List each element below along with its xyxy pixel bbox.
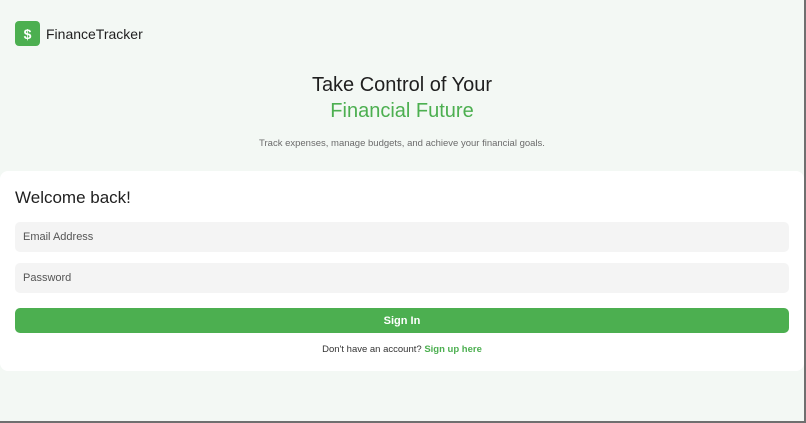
signup-prompt: Don't have an account? bbox=[322, 344, 422, 355]
app-header: $ FinanceTracker bbox=[15, 21, 143, 46]
email-field[interactable] bbox=[15, 222, 789, 252]
hero-subtitle: Track expenses, manage budgets, and achi… bbox=[259, 138, 545, 149]
dollar-sign-icon: $ bbox=[15, 21, 40, 46]
password-field[interactable] bbox=[15, 263, 789, 293]
logo-symbol: $ bbox=[23, 25, 32, 42]
hero-section: Take Control of Your Financial Future Tr… bbox=[0, 72, 804, 149]
login-heading: Welcome back! bbox=[15, 188, 131, 207]
hero-title-line2: Financial Future bbox=[330, 100, 474, 122]
sign-in-button[interactable]: Sign In bbox=[15, 308, 789, 333]
signup-link[interactable]: Sign up here bbox=[424, 344, 482, 355]
brand-name: FinanceTracker bbox=[46, 25, 143, 42]
signup-row: Don't have an account? Sign up here bbox=[0, 344, 804, 355]
login-card: Welcome back! Sign In Don't have an acco… bbox=[0, 171, 804, 371]
hero-title-line1: Take Control of Your bbox=[311, 74, 493, 96]
